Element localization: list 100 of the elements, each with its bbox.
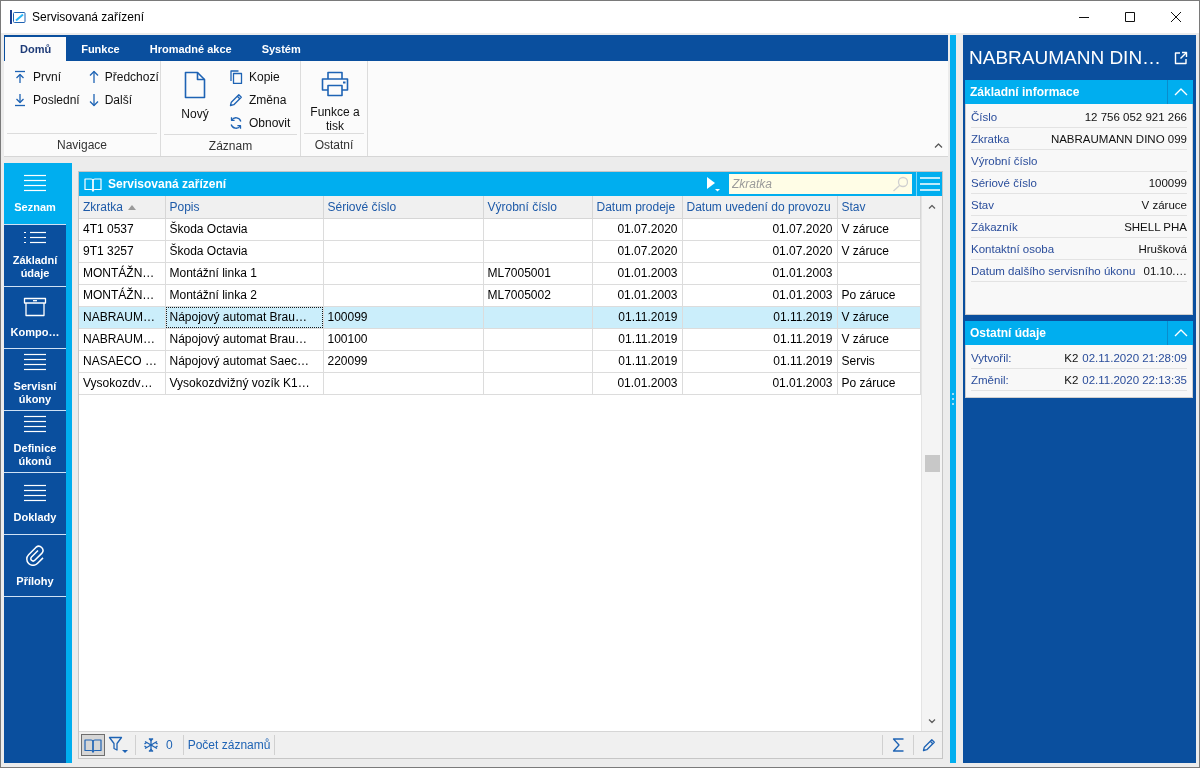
table-cell: 01.07.2020 [682, 240, 837, 262]
column-header[interactable]: Popis [165, 196, 323, 218]
ribbon-group-label: Navigace [7, 133, 157, 156]
table-row[interactable]: MONTÁŽN… Montážní linka 1 ML7005001 01.01.2003 01.01.2003 [79, 262, 921, 284]
ribbon-tab[interactable]: Systém [246, 37, 316, 61]
table-cell: Montážní linka 2 [165, 284, 323, 306]
ribbon-group-label: Záznam [164, 134, 297, 157]
caret-up-icon [1173, 88, 1188, 96]
scroll-thumb[interactable] [924, 455, 940, 472]
timestamp: 02.11.2020 21:28:09 [1082, 351, 1187, 364]
field-label: Číslo [971, 110, 998, 123]
table-row[interactable]: Vysokozdv… Vysokozdvižný vozík K1… 01.01.2003 01.01.2003 Po záruce [79, 372, 921, 394]
lines-icon [23, 353, 47, 371]
search-icon [892, 176, 908, 192]
ribbon-large-button[interactable]: Funkce a tisk [307, 65, 363, 133]
app-logo-icon [10, 9, 26, 25]
open-book-icon [84, 176, 102, 192]
scroll-up-icon [928, 203, 936, 209]
window-title: Servisovaná zařízení [32, 10, 145, 24]
snowflake-icon [143, 737, 159, 753]
ribbon-button[interactable]: Další [85, 88, 162, 111]
table-cell: V záruce [837, 240, 921, 262]
arrow-down-to-bar-icon [13, 92, 27, 107]
table-cell: 01.11.2019 [592, 350, 682, 372]
column-header[interactable]: Stav [837, 196, 921, 218]
table-cell: 01.11.2019 [592, 306, 682, 328]
table-cell: Montážní linka 1 [165, 262, 323, 284]
table-cell: NABRAUM… [79, 328, 165, 350]
ribbon-button[interactable]: Změna [226, 88, 294, 111]
table-row[interactable]: 4T1 0537 Škoda Octavia 01.07.2020 01.07.2020 V záruce [79, 218, 921, 240]
field-label: Změnil: [971, 373, 1009, 386]
arrow-down-icon [88, 92, 99, 107]
field-value: Hrušková [1138, 242, 1187, 255]
maximize-icon [1125, 12, 1135, 22]
field-label: Datum dalšího servisního úkonu [971, 264, 1136, 277]
sort-ascending-icon [128, 205, 136, 211]
open-book-icon [84, 737, 102, 753]
detail-title: NABRAUMANN DIN… [969, 46, 1162, 69]
table-cell: Nápojový automat Brau… [165, 328, 323, 350]
ribbon-button[interactable]: Předchozí [85, 65, 162, 88]
table-cell: 01.01.2003 [592, 372, 682, 394]
splitter-handle[interactable] [950, 35, 956, 763]
table-cell: 01.11.2019 [682, 306, 837, 328]
table-cell: V záruce [837, 306, 921, 328]
play-dropdown-button[interactable] [706, 176, 720, 192]
record-count: 0 [166, 738, 173, 752]
lines-icon [23, 483, 47, 502]
table-cell: 01.01.2003 [682, 262, 837, 284]
view-toggle-button[interactable] [81, 734, 105, 756]
table-row[interactable]: NABRAUM… Nápojový automat Brau… 100099 01.11.2019 01.11.2019 V záruce [79, 306, 921, 328]
field-label: Výrobní číslo [971, 154, 1038, 167]
table-cell: Škoda Octavia [165, 218, 323, 240]
search-field[interactable]: Zkratka [729, 174, 912, 194]
column-header[interactable]: Datum uvedení do provozu [682, 196, 837, 218]
field-label: Sériové číslo [971, 176, 1037, 189]
document-icon [184, 71, 206, 99]
table-cell: 01.07.2020 [592, 240, 682, 262]
ribbon-button[interactable]: Kopie [226, 65, 294, 88]
table-row[interactable]: 9T1 3257 Škoda Octavia 01.07.2020 01.07.2020 V záruce [79, 240, 921, 262]
table-cell: 01.11.2019 [682, 350, 837, 372]
table-row[interactable]: NASAECO … Nápojový automat Saec… 220099 01.11.2019 01.11.2019 Servis [79, 350, 921, 372]
table-row[interactable]: MONTÁŽN… Montážní linka 2 ML7005002 01.01.2003 01.01.2003 Po záruce [79, 284, 921, 306]
table-cell: Nápojový automat Saec… [165, 350, 323, 372]
ribbon-button[interactable]: První [10, 65, 83, 88]
ribbon-large-button[interactable]: Nový [167, 65, 223, 121]
collapse-ribbon-button[interactable] [932, 141, 945, 150]
field-label: Zkratka [971, 132, 1010, 145]
section-title: Ostatní údaje [969, 326, 1046, 340]
column-header[interactable]: Výrobní číslo [483, 196, 592, 218]
table-row[interactable]: NABRAUM… Nápojový automat Brau… 100100 01.11.2019 01.11.2019 V záruce [79, 328, 921, 350]
table-cell: 01.11.2019 [682, 328, 837, 350]
ribbon-tab[interactable]: Hromadné akce [134, 37, 247, 61]
timestamp: 02.11.2020 22:13:35 [1082, 373, 1187, 386]
scroll-down-icon [928, 718, 936, 724]
ribbon-button[interactable]: Obnovit [226, 111, 294, 134]
table-cell: 100100 [323, 328, 483, 350]
pencil-icon [229, 92, 243, 107]
table-cell: 4T1 0537 [79, 218, 165, 240]
record-count-link[interactable]: Počet záznamů [187, 738, 271, 752]
ribbon-tab[interactable]: Domů [5, 37, 67, 61]
table-cell: Vysokozdv… [79, 372, 165, 394]
filter-icon [108, 736, 128, 754]
table-cell: Po záruce [837, 284, 921, 306]
scrollbar[interactable] [921, 196, 942, 731]
table-cell: 01.07.2020 [682, 218, 837, 240]
column-header[interactable]: Zkratka [79, 196, 165, 218]
minimize-icon [1079, 16, 1089, 18]
pencil-icon [922, 738, 936, 752]
lines-icon [23, 415, 47, 433]
copy-icon [229, 69, 243, 84]
table-cell: 01.11.2019 [592, 328, 682, 350]
field-label: Stav [971, 198, 994, 211]
column-header[interactable]: Sériové číslo [323, 196, 483, 218]
arrow-up-to-bar-icon [13, 69, 27, 84]
column-header[interactable]: Datum prodeje [592, 196, 682, 218]
bulleted-list-icon [23, 231, 47, 245]
ribbon-tab[interactable]: Funkce [66, 37, 135, 61]
refresh-icon [229, 115, 243, 130]
table-cell: MONTÁŽN… [79, 284, 165, 306]
ribbon-button[interactable]: Poslední [10, 88, 83, 111]
